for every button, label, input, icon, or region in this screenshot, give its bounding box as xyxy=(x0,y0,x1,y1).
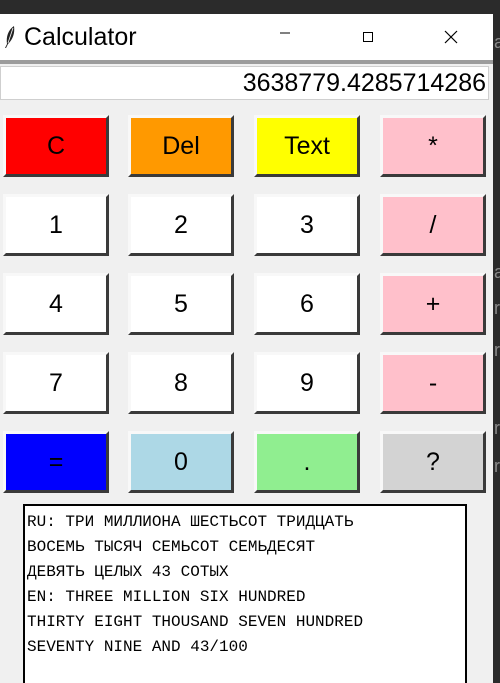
decimal-point-button[interactable]: . xyxy=(254,431,360,493)
background-window-text: r xyxy=(494,298,500,318)
calculator-window: Calculator 3638779.4285714286 C Del Text… xyxy=(0,14,493,683)
maximize-button[interactable] xyxy=(345,14,391,60)
digit-9-button[interactable]: 9 xyxy=(254,352,360,414)
output-line: SEVENTY NINE AND 43/100 xyxy=(27,638,248,656)
feather-app-icon xyxy=(5,26,15,48)
plus-button[interactable]: + xyxy=(380,273,486,335)
digit-2-button[interactable]: 2 xyxy=(128,194,234,256)
multiply-button[interactable]: * xyxy=(380,115,486,177)
digit-1-button[interactable]: 1 xyxy=(3,194,109,256)
output-line: THIRTY EIGHT THOUSAND SEVEN HUNDRED xyxy=(27,613,364,631)
background-window-text: r xyxy=(494,418,500,438)
background-window-text: r xyxy=(494,340,500,360)
delete-button[interactable]: Del xyxy=(128,115,234,177)
minus-button[interactable]: - xyxy=(380,352,486,414)
title-bar[interactable]: Calculator xyxy=(0,14,493,60)
help-button[interactable]: ? xyxy=(380,431,486,493)
digit-7-button[interactable]: 7 xyxy=(3,352,109,414)
output-line: EN: THREE MILLION SIX HUNDRED xyxy=(27,588,306,606)
equals-button[interactable]: = xyxy=(3,431,109,493)
clear-button[interactable]: C xyxy=(3,115,109,177)
digit-4-button[interactable]: 4 xyxy=(3,273,109,335)
close-icon xyxy=(444,30,458,44)
digit-0-button[interactable]: 0 xyxy=(128,431,234,493)
minimize-icon xyxy=(280,32,290,34)
background-window-text: a xyxy=(494,262,500,282)
maximize-icon xyxy=(363,32,373,42)
number-words-output[interactable]: RU: ТРИ МИЛЛИОНА ШЕСТЬСОТ ТРИДЦАТЬ ВОСЕМ… xyxy=(23,504,467,683)
digit-6-button[interactable]: 6 xyxy=(254,273,360,335)
output-line: ВОСЕМЬ ТЫСЯЧ СЕМЬСОТ СЕМЬДЕСЯТ xyxy=(27,538,316,556)
output-line: RU: ТРИ МИЛЛИОНА ШЕСТЬСОТ ТРИДЦАТЬ xyxy=(27,513,354,531)
close-button[interactable] xyxy=(428,14,474,60)
divide-button[interactable]: / xyxy=(380,194,486,256)
background-window-text: a xyxy=(494,32,500,52)
background-window-text: r xyxy=(494,456,500,476)
digit-5-button[interactable]: 5 xyxy=(128,273,234,335)
window-title: Calculator xyxy=(24,23,137,51)
output-line: ДЕВЯТЬ ЦЕЛЫХ 43 СОТЫХ xyxy=(27,563,229,581)
digit-3-button[interactable]: 3 xyxy=(254,194,360,256)
minimize-button[interactable] xyxy=(262,14,308,60)
result-display[interactable]: 3638779.4285714286 xyxy=(0,66,489,100)
text-button[interactable]: Text xyxy=(254,115,360,177)
title-bar-divider xyxy=(0,60,493,64)
digit-8-button[interactable]: 8 xyxy=(128,352,234,414)
